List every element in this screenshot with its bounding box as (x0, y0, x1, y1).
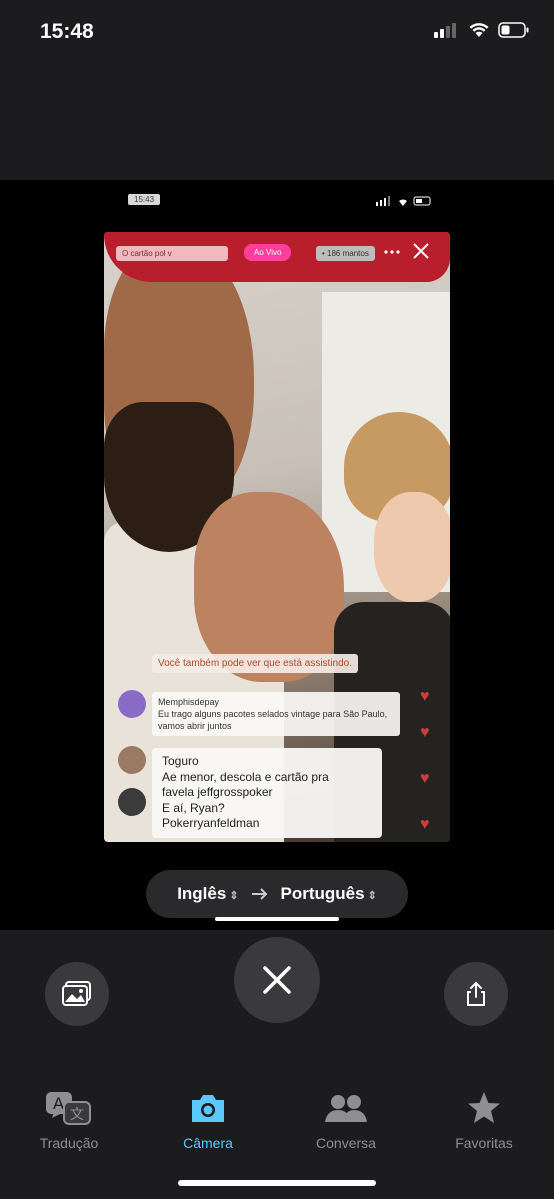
source-language-label: Inglês (177, 884, 227, 903)
tab-favorites[interactable]: Favoritas (434, 1090, 534, 1151)
translate-icon: A 文 (46, 1092, 91, 1125)
avatar (118, 746, 146, 774)
status-icons (434, 22, 530, 38)
heart-icon: ♥ (420, 688, 430, 705)
photo-library-button[interactable] (45, 962, 109, 1026)
target-language-label: Português (280, 884, 365, 903)
status-bar: 15:48 (0, 0, 554, 180)
tab-favorites-label: Favoritas (455, 1135, 513, 1151)
cellular-signal-icon (434, 23, 456, 38)
captured-status-icons (376, 196, 431, 206)
star-icon (468, 1092, 500, 1123)
status-time: 15:48 (40, 20, 94, 43)
tab-bar: A 文 Tradução Câmera Conversa Favoritas (0, 1090, 554, 1170)
chat-note: Você também pode ver que está assistindo… (152, 654, 359, 673)
captured-status-bar: 15:43 (104, 190, 450, 214)
captured-time: 15:43 (128, 194, 161, 205)
captured-home-indicator (215, 917, 339, 921)
tab-camera-label: Câmera (183, 1135, 233, 1151)
home-indicator (178, 1180, 376, 1186)
camera-viewport: 15:43 O cartão pol v Ao Vivo • 186 manto… (0, 180, 554, 930)
arrow-right-icon (251, 888, 267, 900)
chat-line: E aí, Ryan? (162, 800, 225, 815)
wifi-icon (469, 23, 489, 37)
chat-line: Pokerryanfeldman (162, 816, 260, 830)
stream-title-tag: O cartão pol v (116, 246, 228, 261)
close-capture-button[interactable] (234, 937, 320, 1023)
heart-icon: ♥ (420, 724, 430, 741)
captured-live-stream: O cartão pol v Ao Vivo • 186 mantos Você… (104, 232, 450, 842)
tab-conversation[interactable]: Conversa (296, 1090, 396, 1151)
target-language-button[interactable]: Português ⇕ (281, 884, 377, 904)
close-icon (263, 966, 291, 994)
chat-username: Memphisdepay (158, 697, 220, 707)
source-language-button[interactable]: Inglês ⇕ (177, 884, 238, 904)
photo-library-icon (62, 981, 91, 1006)
tab-translation-label: Tradução (39, 1135, 99, 1151)
chat-line: favela jeffgrosspoker (162, 785, 273, 799)
viewer-count: • 186 mantos (316, 246, 375, 261)
tab-camera[interactable]: Câmera (158, 1090, 258, 1151)
more-dots-icon (384, 250, 400, 254)
heart-icon: ♥ (420, 770, 430, 787)
captured-close-icon (413, 243, 429, 259)
chevron-updown-icon: ⇕ (367, 890, 377, 902)
kid-face (374, 492, 450, 602)
people-icon (325, 1095, 367, 1122)
battery-icon (498, 22, 529, 38)
heart-icon: ♥ (420, 816, 430, 833)
svg-text:文: 文 (70, 1107, 84, 1123)
chat-text: Eu trago alguns pacotes selados vintage … (158, 709, 388, 731)
chat-line: Toguro (162, 754, 199, 768)
chat-line: Ae menor, descola e cartão pra (162, 769, 329, 784)
tab-translation[interactable]: A 文 Tradução (19, 1090, 119, 1151)
chevron-updown-icon: ⇕ (229, 890, 239, 902)
avatar (118, 690, 146, 718)
tab-conversation-label: Conversa (316, 1135, 376, 1151)
camera-icon (192, 1095, 224, 1122)
share-icon (467, 981, 485, 1006)
chat-message: Memphisdepay Eu trago alguns pacotes sel… (152, 692, 400, 736)
share-button[interactable] (444, 962, 508, 1026)
chat-message: Toguro Ae menor, descola e cartão pra fa… (152, 748, 382, 838)
live-badge: Ao Vivo (244, 244, 292, 261)
language-selector: Inglês ⇕ Português ⇕ (146, 870, 408, 918)
svg-text:A: A (53, 1094, 64, 1113)
avatar (118, 788, 146, 816)
